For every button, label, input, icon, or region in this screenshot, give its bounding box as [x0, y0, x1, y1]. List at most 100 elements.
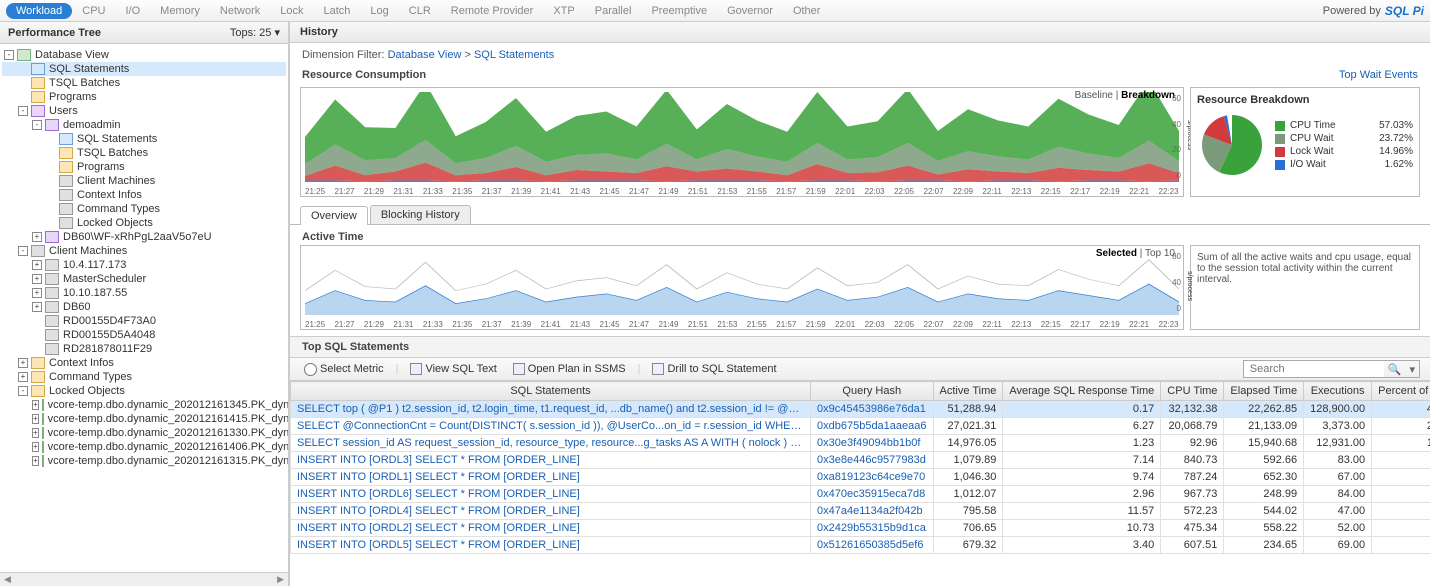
table-row[interactable]: SELECT session_id AS request_session_id,… [291, 435, 1430, 452]
search-icon[interactable]: 🔍 [1384, 363, 1406, 376]
tab-governor[interactable]: Governor [717, 3, 783, 19]
tree-toggle[interactable]: + [18, 358, 28, 368]
table-row[interactable]: SELECT @ConnectionCnt = Count(DISTINCT( … [291, 418, 1430, 435]
grid-search[interactable]: 🔍 ▾ [1243, 360, 1420, 378]
tree-node[interactable]: -demoadmin [2, 118, 286, 132]
tab-memory[interactable]: Memory [150, 3, 210, 19]
tree-toggle[interactable]: + [32, 456, 39, 466]
tree-node[interactable]: -Locked Objects [2, 384, 286, 398]
tree-toggle[interactable]: - [18, 246, 28, 256]
tab-lock[interactable]: Lock [270, 3, 313, 19]
column-header[interactable]: Elapsed Time [1224, 382, 1304, 401]
tops-selector[interactable]: Tops: 25 ▾ [230, 26, 280, 39]
tree-node[interactable]: +vcore-temp.dbo.dynamic_202012161330.PK_… [2, 426, 286, 440]
tree-toggle[interactable]: + [32, 274, 42, 284]
tree-toggle[interactable]: + [32, 302, 42, 312]
tree-node[interactable]: SQL Statements [2, 62, 286, 76]
tree-node[interactable]: +vcore-temp.dbo.dynamic_202012161345.PK_… [2, 398, 286, 412]
breakdown-toggle[interactable]: Breakdown [1121, 90, 1175, 101]
tab-i-o[interactable]: I/O [116, 3, 151, 19]
column-header[interactable]: Executions [1304, 382, 1372, 401]
column-header[interactable]: CPU Time [1161, 382, 1224, 401]
tree-node[interactable]: TSQL Batches [2, 146, 286, 160]
tree-node[interactable]: +vcore-temp.dbo.dynamic_202012161415.PK_… [2, 412, 286, 426]
column-header[interactable]: Average SQL Response Time [1003, 382, 1161, 401]
tree-node[interactable]: Locked Objects [2, 216, 286, 230]
select-metric-button[interactable]: Select Metric [300, 361, 388, 378]
tree-node[interactable]: RD00155D5A4048 [2, 328, 286, 342]
tree-node[interactable]: +MasterScheduler [2, 272, 286, 286]
column-header[interactable]: Percent of Total [1372, 382, 1430, 401]
grid-search-input[interactable] [1244, 361, 1384, 377]
tab-parallel[interactable]: Parallel [585, 3, 642, 19]
tree-node[interactable]: +vcore-temp.dbo.dynamic_202012161406.PK_… [2, 440, 286, 454]
tree-toggle[interactable]: - [4, 50, 14, 60]
tree-toggle[interactable]: + [32, 288, 42, 298]
tree-toggle[interactable]: + [32, 400, 39, 410]
tree-node[interactable]: -Database View [2, 48, 286, 62]
view-sql-text-button[interactable]: View SQL Text [406, 361, 500, 377]
tree-node[interactable]: Client Machines [2, 174, 286, 188]
tree-node[interactable]: +10.10.187.55 [2, 286, 286, 300]
tree-node[interactable]: +Context Infos [2, 356, 286, 370]
tab-preemptive[interactable]: Preemptive [641, 3, 717, 19]
tree-node[interactable]: RD281878011F29 [2, 342, 286, 356]
column-header[interactable]: SQL Statements [291, 382, 811, 401]
table-row[interactable]: SELECT top ( @P1 ) t2.session_id, t2.log… [291, 401, 1430, 418]
tree-node[interactable]: Programs [2, 90, 286, 104]
tab-blocking-history[interactable]: Blocking History [370, 205, 471, 224]
table-row[interactable]: INSERT INTO [ORDL6] SELECT * FROM [ORDER… [291, 486, 1430, 503]
tree-scroll-left[interactable]: ◀ [4, 574, 11, 585]
active-time-chart[interactable]: Selected | Top 10 21:2521:2721:2921:3121… [300, 245, 1184, 330]
tree-toggle[interactable]: - [18, 106, 28, 116]
drill-to-sql-button[interactable]: Drill to SQL Statement [648, 361, 780, 377]
tree-toggle[interactable]: - [18, 386, 28, 396]
column-header[interactable]: Query Hash [811, 382, 934, 401]
table-row[interactable]: INSERT INTO [ORDL4] SELECT * FROM [ORDER… [291, 503, 1430, 520]
tab-other[interactable]: Other [783, 3, 831, 19]
tree-scroll-right[interactable]: ▶ [277, 574, 284, 585]
top10-toggle[interactable]: Top 10 [1145, 248, 1175, 259]
tree-toggle[interactable]: + [32, 442, 39, 452]
tree-toggle[interactable]: + [32, 414, 39, 424]
breadcrumb-1[interactable]: Database View [388, 49, 462, 61]
top-sql-grid[interactable]: SQL StatementsQuery HashActive TimeAvera… [290, 381, 1430, 586]
baseline-toggle[interactable]: Baseline [1075, 90, 1113, 101]
tree-node[interactable]: TSQL Batches [2, 76, 286, 90]
table-row[interactable]: INSERT INTO [ORDL5] SELECT * FROM [ORDER… [291, 537, 1430, 554]
tab-remote-provider[interactable]: Remote Provider [441, 3, 544, 19]
breadcrumb-2[interactable]: SQL Statements [474, 49, 554, 61]
tree-node[interactable]: +DB60 [2, 300, 286, 314]
search-dropdown-icon[interactable]: ▾ [1405, 363, 1419, 376]
tree-node[interactable]: Command Types [2, 202, 286, 216]
tab-overview[interactable]: Overview [300, 206, 368, 225]
tree-toggle[interactable]: + [32, 232, 42, 242]
tree-node[interactable]: +Command Types [2, 370, 286, 384]
open-plan-ssms-button[interactable]: Open Plan in SSMS [509, 361, 630, 377]
tab-xtp[interactable]: XTP [543, 3, 584, 19]
tab-log[interactable]: Log [360, 3, 398, 19]
performance-tree[interactable]: -Database ViewSQL StatementsTSQL Batches… [0, 44, 288, 572]
tree-node[interactable]: -Client Machines [2, 244, 286, 258]
tree-toggle[interactable]: + [32, 260, 42, 270]
tree-node[interactable]: +DB60\WF-xRhPgL2aaV5o7eU [2, 230, 286, 244]
tree-toggle[interactable]: - [32, 120, 42, 130]
tree-node[interactable]: Programs [2, 160, 286, 174]
tab-workload[interactable]: Workload [6, 3, 72, 19]
table-row[interactable]: INSERT INTO [ORDL3] SELECT * FROM [ORDER… [291, 452, 1430, 469]
tab-network[interactable]: Network [210, 3, 270, 19]
table-row[interactable]: INSERT INTO [ORDL2] SELECT * FROM [ORDER… [291, 520, 1430, 537]
tree-node[interactable]: +vcore-temp.dbo.dynamic_202012161315.PK_… [2, 454, 286, 468]
selected-toggle[interactable]: Selected [1096, 248, 1137, 259]
table-row[interactable]: INSERT INTO [ORDL1] SELECT * FROM [ORDER… [291, 469, 1430, 486]
tree-node[interactable]: RD00155D4F73A0 [2, 314, 286, 328]
tab-clr[interactable]: CLR [399, 3, 441, 19]
tree-node[interactable]: Context Infos [2, 188, 286, 202]
resource-consumption-chart[interactable]: Baseline | Breakdown 21:2521:2721:2921:3… [300, 87, 1184, 197]
tree-node[interactable]: -Users [2, 104, 286, 118]
tab-latch[interactable]: Latch [314, 3, 361, 19]
tab-cpu[interactable]: CPU [72, 3, 115, 19]
tree-toggle[interactable]: + [32, 428, 39, 438]
column-header[interactable]: Active Time [933, 382, 1003, 401]
tree-toggle[interactable]: + [18, 372, 28, 382]
